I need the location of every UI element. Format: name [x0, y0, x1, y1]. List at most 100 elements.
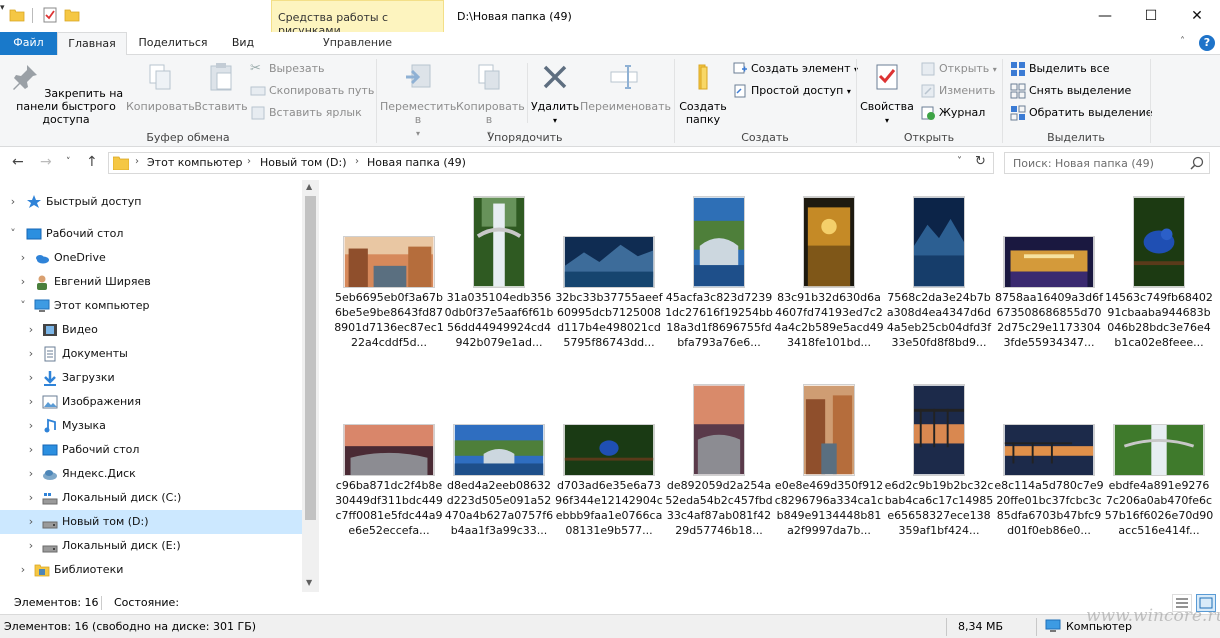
- tree-item-desktop[interactable]: ˅ Рабочий стол: [0, 222, 302, 246]
- collapse-icon[interactable]: ˅: [18, 294, 28, 318]
- tree-item-user[interactable]: › Евгений Ширяев: [0, 270, 302, 294]
- scroll-down-icon[interactable]: ▼: [306, 578, 312, 587]
- file-item[interactable]: e8c114a5d780c7e920ffe01bc37fcbc3c85dfa67…: [994, 380, 1104, 560]
- tree-item-onedrive[interactable]: › OneDrive: [0, 246, 302, 270]
- edit-button[interactable]: Изменить: [920, 82, 995, 102]
- file-item[interactable]: 32bc33b37755aeef60995dcb7125008d117b4e49…: [554, 192, 664, 372]
- new-folder-icon[interactable]: [64, 7, 80, 23]
- breadcrumb-separator-icon[interactable]: ›: [135, 156, 139, 167]
- address-history-icon[interactable]: ˅: [957, 156, 962, 167]
- folder-icon[interactable]: [9, 7, 25, 23]
- paste-button[interactable]: Вставить: [194, 61, 248, 113]
- file-item[interactable]: d8ed4a2eeb08632d223d505e091a52470a4b627a…: [444, 380, 554, 560]
- copy-path-button[interactable]: Скопировать путь: [250, 82, 374, 102]
- search-input[interactable]: [1005, 153, 1185, 173]
- forward-arrow-icon[interactable]: →: [40, 154, 52, 170]
- close-button[interactable]: ✕: [1174, 0, 1220, 32]
- copy-button[interactable]: Копировать: [126, 61, 195, 113]
- cut-button[interactable]: ✂ Вырезать: [250, 60, 324, 80]
- file-item[interactable]: d703ad6e35e6a7396f344e12142904cebbb9faa1…: [554, 380, 664, 560]
- tab-home[interactable]: Главная: [57, 32, 127, 56]
- expand-icon[interactable]: ›: [18, 270, 28, 294]
- tree-item-drive-d[interactable]: › Новый том (D:): [0, 510, 302, 534]
- up-arrow-icon[interactable]: ↑: [86, 154, 98, 170]
- properties-icon[interactable]: [42, 7, 58, 23]
- tree-item-video[interactable]: › Видео: [0, 318, 302, 342]
- tree-item-quick-access[interactable]: › Быстрый доступ: [0, 190, 302, 214]
- pin-quick-access-button[interactable]: Закрепить на панели быстрого доступа: [6, 61, 126, 126]
- file-item[interactable]: e6d2c9b19b2bc32cbab4ca6c17c14985e6565832…: [884, 380, 994, 560]
- file-item[interactable]: 8758aa16409a3d6f673508686855d702d75c29e1…: [994, 192, 1104, 372]
- breadcrumb-this-pc[interactable]: Этот компьютер: [147, 156, 243, 169]
- collapse-ribbon-icon[interactable]: ˄: [1180, 36, 1185, 47]
- tree-item-pictures[interactable]: › Изображения: [0, 390, 302, 414]
- expand-icon[interactable]: ›: [26, 414, 36, 438]
- expand-icon[interactable]: ›: [26, 486, 36, 510]
- expand-icon[interactable]: ›: [26, 342, 36, 366]
- refresh-icon[interactable]: ↻: [975, 154, 986, 169]
- file-item[interactable]: 31a035104edb3560db0f37e5aaf6f61b56dd4494…: [444, 192, 554, 372]
- maximize-button[interactable]: ☐: [1128, 0, 1174, 32]
- select-all-button[interactable]: Выделить все: [1010, 60, 1109, 80]
- expand-icon[interactable]: ›: [26, 390, 36, 414]
- tree-item-desktop-2[interactable]: › Рабочий стол: [0, 438, 302, 462]
- breadcrumb-separator-icon[interactable]: ›: [247, 156, 251, 167]
- file-item[interactable]: 83c91b32d630d6a4607fd74193ed7c24a4c2b589…: [774, 192, 884, 372]
- tree-item-music[interactable]: › Музыка: [0, 414, 302, 438]
- expand-icon[interactable]: ›: [26, 318, 36, 342]
- tree-item-downloads[interactable]: › Загрузки: [0, 366, 302, 390]
- file-item[interactable]: ebdfe4a891e9276 7c206a0ab470fe6c57b16f60…: [1104, 380, 1214, 560]
- help-icon[interactable]: ?: [1199, 35, 1215, 51]
- tree-item-this-pc[interactable]: ˅ Этот компьютер: [0, 294, 302, 318]
- qat-customize-icon[interactable]: ▾: [0, 3, 5, 13]
- tab-share[interactable]: Поделиться: [127, 32, 219, 55]
- scrollbar-thumb[interactable]: [305, 196, 316, 520]
- properties-button[interactable]: Свойства ▾: [858, 61, 916, 127]
- tab-file[interactable]: Файл: [0, 32, 57, 55]
- expand-icon[interactable]: ›: [18, 246, 28, 270]
- tree-item-drive-e[interactable]: › Локальный диск (E:): [0, 534, 302, 558]
- expand-icon[interactable]: ›: [26, 462, 36, 486]
- file-item[interactable]: c96ba871dc2f4b8e30449df311bdc449c7ff0081…: [334, 380, 444, 560]
- tab-manage[interactable]: Управление: [271, 32, 444, 55]
- tree-item-yandex-disk[interactable]: › Яндекс.Диск: [0, 462, 302, 486]
- file-item[interactable]: 5eb6695eb0f3a67b6be5e9be8643fd878901d713…: [334, 192, 444, 372]
- navigation-scrollbar[interactable]: ▲ ▼: [302, 180, 319, 592]
- select-none-button[interactable]: Снять выделение: [1010, 82, 1131, 102]
- tree-item-documents[interactable]: › Документы: [0, 342, 302, 366]
- history-button[interactable]: Журнал: [920, 104, 985, 124]
- breadcrumb-drive-d[interactable]: Новый том (D:): [260, 156, 347, 169]
- address-bar[interactable]: › Этот компьютер › Новый том (D:) › Нова…: [108, 152, 994, 174]
- scroll-up-icon[interactable]: ▲: [306, 182, 312, 191]
- collapse-icon[interactable]: ˅: [8, 222, 18, 246]
- rename-button[interactable]: Переименовать: [580, 61, 671, 113]
- expand-icon[interactable]: ›: [26, 438, 36, 462]
- tab-view[interactable]: Вид: [219, 32, 267, 55]
- expand-icon[interactable]: ›: [8, 190, 18, 214]
- expand-icon[interactable]: ›: [26, 534, 36, 558]
- search-icon[interactable]: [1189, 155, 1205, 171]
- breadcrumb-folder[interactable]: Новая папка (49): [367, 156, 466, 169]
- open-button[interactable]: Открыть ▾: [920, 60, 997, 80]
- file-item[interactable]: 14563c749fb6840291cbaaba944683b046b28bdc…: [1104, 192, 1214, 372]
- file-item[interactable]: 7568c2da3e24b7ba308d4ea4347d6d4a5eb25cb0…: [884, 192, 994, 372]
- back-arrow-icon[interactable]: ←: [12, 154, 24, 170]
- new-folder-button[interactable]: Создать папку: [678, 61, 728, 126]
- easy-access-button[interactable]: Простой доступ ▾: [732, 82, 851, 102]
- paste-shortcut-button[interactable]: Вставить ярлык: [250, 104, 362, 124]
- delete-button[interactable]: Удалить ▾: [530, 61, 580, 127]
- file-item[interactable]: de892059d2a254a52eda54b2c457fbd33c4af87a…: [664, 380, 774, 560]
- file-item[interactable]: 45acfa3c823d72391dc27616f19254bb18a3d1f8…: [664, 192, 774, 372]
- invert-selection-button[interactable]: Обратить выделение: [1010, 104, 1153, 124]
- tree-item-drive-c[interactable]: › Локальный диск (C:): [0, 486, 302, 510]
- minimize-button[interactable]: —: [1082, 0, 1128, 32]
- new-item-button[interactable]: Создать элемент ▾: [732, 60, 858, 80]
- copy-to-button[interactable]: Копировать в ▾: [456, 61, 525, 140]
- tree-item-libraries[interactable]: › Библиотеки: [0, 558, 302, 582]
- move-to-button[interactable]: Переместить в ▾: [380, 61, 456, 140]
- expand-icon[interactable]: ›: [26, 366, 36, 390]
- recent-locations-icon[interactable]: ˅: [66, 157, 71, 167]
- file-item[interactable]: e0e8e469d350f912c8296796a334ca1cb849e913…: [774, 380, 884, 560]
- expand-icon[interactable]: ›: [18, 558, 28, 582]
- expand-icon[interactable]: ›: [26, 510, 36, 534]
